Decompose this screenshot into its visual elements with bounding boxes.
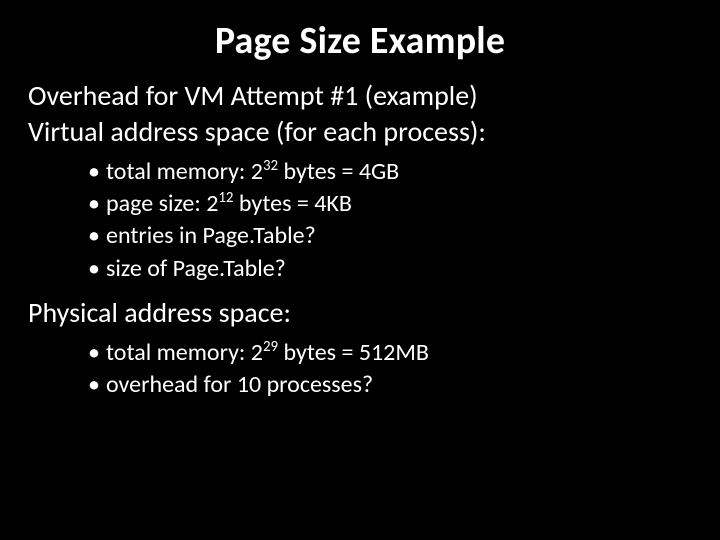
bullet-icon: • [88,220,106,252]
bullet-icon: • [88,188,106,220]
virtual-address-space-line: Virtual address space (for each process)… [28,114,692,150]
bullet-pre: size of Page.Table? [106,254,286,283]
bullet-pre: overhead for 10 processes? [106,370,373,399]
bullet-text: entries in Page.Table? [106,220,316,252]
bullet-post: bytes = 4GB [278,157,399,186]
list-item: • entries in Page.Table? [88,220,692,252]
bullet-text: page size: 212 bytes = 4KB [106,188,352,220]
slide: Page Size Example Overhead for VM Attemp… [0,0,720,540]
bullet-pre: entries in Page.Table? [106,221,316,250]
virtual-address-bullets: • total memory: 232 bytes = 4GB • page s… [88,156,692,286]
bullet-sup: 12 [218,188,233,206]
bullet-text: total memory: 232 bytes = 4GB [106,156,399,188]
bullet-sup: 32 [263,156,278,174]
bullet-text: total memory: 229 bytes = 512MB [106,337,429,369]
bullet-sup: 29 [263,337,278,355]
bullet-icon: • [88,369,106,401]
bullet-pre: total memory: 2 [106,338,263,367]
list-item: • total memory: 229 bytes = 512MB [88,337,692,369]
list-item: • total memory: 232 bytes = 4GB [88,156,692,188]
bullet-pre: page size: 2 [106,189,218,218]
list-item: • page size: 212 bytes = 4KB [88,188,692,220]
bullet-text: size of Page.Table? [106,253,286,285]
bullet-text: overhead for 10 processes? [106,369,373,401]
bullet-icon: • [88,156,106,188]
list-item: • size of Page.Table? [88,253,692,285]
physical-address-bullets: • total memory: 229 bytes = 512MB • over… [88,337,692,402]
bullet-icon: • [88,337,106,369]
bullet-icon: • [88,253,106,285]
bullet-post: bytes = 512MB [278,338,429,367]
physical-address-space-line: Physical address space: [28,295,692,331]
bullet-pre: total memory: 2 [106,157,263,186]
overhead-line: Overhead for VM Attempt #1 (example) [28,78,692,114]
bullet-post: bytes = 4KB [233,189,352,218]
slide-title: Page Size Example [28,18,692,64]
list-item: • overhead for 10 processes? [88,369,692,401]
